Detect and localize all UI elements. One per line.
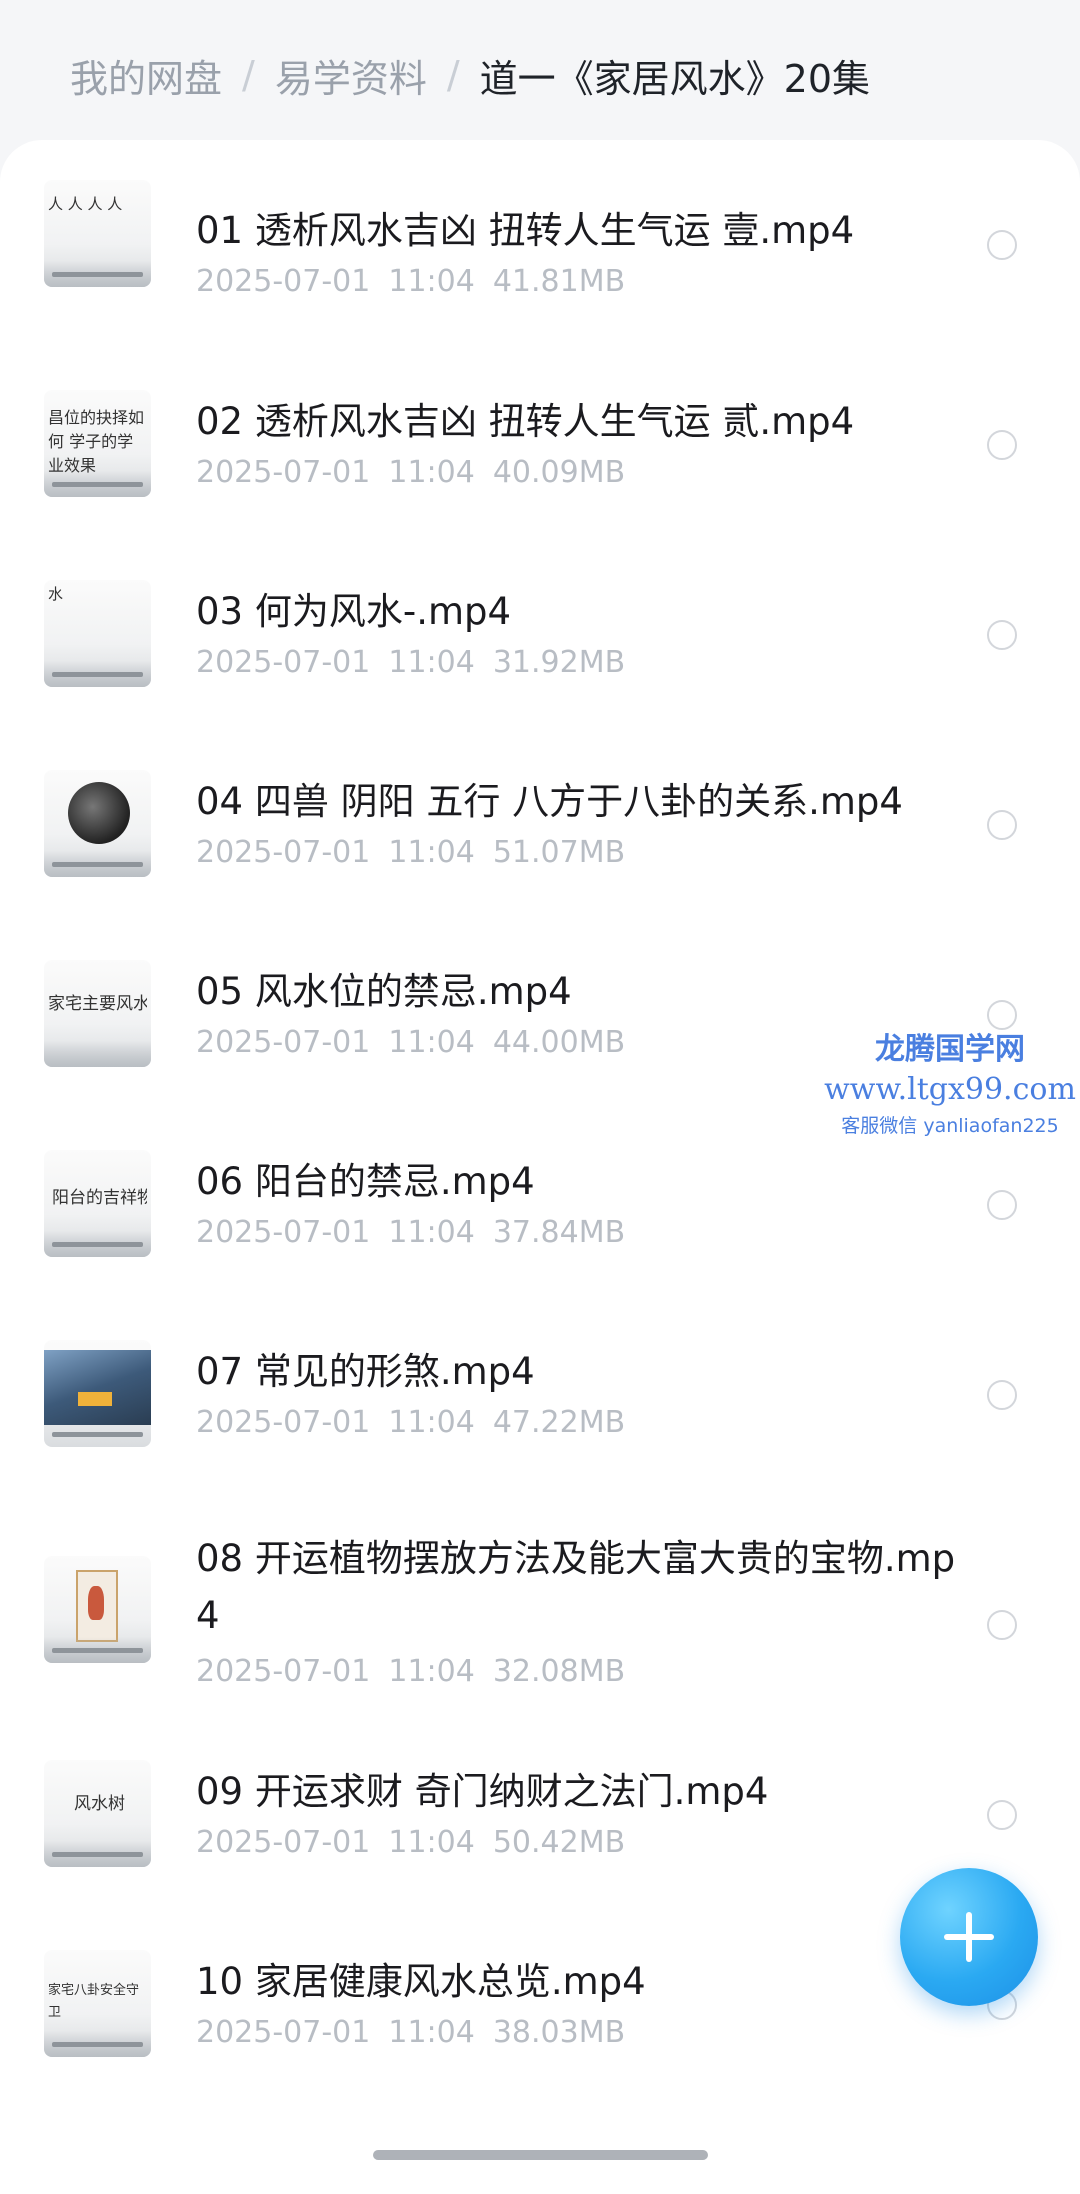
file-name: 03 何为风水-.mp4: [196, 590, 512, 633]
file-thumbnail: [44, 1340, 151, 1447]
file-thumbnail: 昌位的抉择如何 学子的学业效果: [44, 390, 151, 497]
breadcrumb-separator: /: [242, 53, 255, 97]
file-time: 11:04: [388, 1654, 475, 1689]
select-checkbox[interactable]: [987, 1000, 1017, 1030]
file-size: 41.81MB: [492, 264, 626, 299]
file-thumbnail: 家宅主要风水位: [44, 960, 151, 1067]
file-date: 2025-07-01: [196, 264, 371, 299]
select-checkbox[interactable]: [987, 1610, 1017, 1640]
file-thumbnail: 风水树: [44, 1760, 151, 1867]
file-meta: 2025-07-01 11:04 37.84MB: [196, 1213, 625, 1253]
file-row[interactable]: 阳台的吉祥物 06 阳台的禁忌.mp4 2025-07-01 11:04 37.84…: [0, 1150, 1080, 1270]
select-checkbox[interactable]: [987, 430, 1017, 460]
file-date: 2025-07-01: [196, 835, 371, 870]
file-name: 10 家居健康风水总览.mp4: [196, 1960, 646, 2003]
file-meta: 2025-07-01 11:04 47.22MB: [196, 1403, 625, 1443]
file-size: 31.92MB: [492, 645, 626, 680]
file-name: 09 开运求财 奇门纳财之法门.mp4: [196, 1770, 769, 1813]
file-name: 06 阳台的禁忌.mp4: [196, 1160, 535, 1203]
file-date: 2025-07-01: [196, 1215, 371, 1250]
file-thumbnail: 家宅八卦安全守卫: [44, 1950, 151, 2057]
file-time: 11:04: [388, 1825, 475, 1860]
select-checkbox[interactable]: [987, 1800, 1017, 1830]
file-thumbnail: [44, 770, 151, 877]
thumbnail-text: 风水树: [74, 1794, 125, 1814]
breadcrumb-separator: /: [446, 53, 460, 97]
file-meta: 2025-07-01 11:04 44.00MB: [196, 1023, 625, 1063]
file-row[interactable]: 风水树 09 开运求财 奇门纳财之法门.mp4 2025-07-01 11:04 5…: [0, 1760, 1080, 1880]
file-name: 04 四兽 阴阳 五行 八方于八卦的关系.mp4: [196, 780, 903, 823]
watermark: 龙腾国学网 www.ltgx99.com 客服微信 yanliaofan225: [820, 1030, 1080, 1142]
file-size: 37.84MB: [492, 1215, 626, 1250]
home-indicator[interactable]: [373, 2150, 708, 2160]
select-checkbox[interactable]: [987, 810, 1017, 840]
file-name: 08 开运植物摆放方法及能大富大贵的宝物.mp4: [196, 1537, 956, 1637]
file-meta: 2025-07-01 11:04 50.42MB: [196, 1823, 625, 1863]
file-date: 2025-07-01: [196, 1025, 371, 1060]
file-row[interactable]: 07 常见的形煞.mp4 2025-07-01 11:04 47.22MB: [0, 1340, 1080, 1460]
file-size: 50.42MB: [492, 1825, 626, 1860]
file-date: 2025-07-01: [196, 1654, 371, 1689]
file-thumbnail: [44, 1556, 151, 1663]
file-time: 11:04: [388, 1025, 475, 1060]
file-time: 11:04: [388, 1215, 475, 1250]
file-thumbnail: 水: [44, 580, 151, 687]
thumbnail-text: 阳台的吉祥物: [52, 1188, 147, 1208]
file-time: 11:04: [388, 835, 475, 870]
breadcrumb: 我的网盘 / 易学资料 / 道一《家居风水》20集: [70, 40, 870, 110]
file-date: 2025-07-01: [196, 2015, 371, 2050]
watermark-title: 龙腾国学网: [875, 1032, 1025, 1067]
file-size: 51.07MB: [492, 835, 626, 870]
file-date: 2025-07-01: [196, 1825, 371, 1860]
file-row[interactable]: 水 03 何为风水-.mp4 2025-07-01 11:04 31.92MB: [0, 580, 1080, 700]
file-time: 11:04: [388, 645, 475, 680]
file-row[interactable]: 08 开运植物摆放方法及能大富大贵的宝物.mp4 2025-07-01 11:04…: [0, 1530, 1080, 1690]
file-name: 02 透析风水吉凶 扭转人生气运 贰.mp4: [196, 400, 855, 443]
file-row[interactable]: 04 四兽 阴阳 五行 八方于八卦的关系.mp4 2025-07-01 11:04…: [0, 770, 1080, 890]
file-meta: 2025-07-01 11:04 38.03MB: [196, 2013, 625, 2053]
thumbnail-text: 家宅主要风水位: [48, 994, 147, 1014]
thumbnail-text: 昌位的抉择如何 学子的学业效果: [48, 408, 145, 475]
breadcrumb-current: 道一《家居风水》20集: [479, 56, 871, 101]
file-date: 2025-07-01: [196, 1405, 371, 1440]
file-size: 38.03MB: [492, 2015, 626, 2050]
file-date: 2025-07-01: [196, 455, 371, 490]
breadcrumb-folder[interactable]: 易学资料: [275, 48, 427, 103]
thumbnail-text: 人 人 人 人: [48, 195, 123, 213]
building-image: [44, 1350, 151, 1425]
moon-image: [68, 782, 130, 844]
select-checkbox[interactable]: [987, 1380, 1017, 1410]
file-meta: 2025-07-01 11:04 32.08MB: [196, 1652, 625, 1692]
select-checkbox[interactable]: [987, 1190, 1017, 1220]
file-time: 11:04: [388, 455, 475, 490]
add-button[interactable]: [900, 1868, 1038, 2006]
file-time: 11:04: [388, 2015, 475, 2050]
watermark-contact: 客服微信 yanliaofan225: [841, 1115, 1059, 1137]
file-time: 11:04: [388, 264, 475, 299]
file-row[interactable]: 人 人 人 人 01 透析风水吉凶 扭转人生气运 壹.mp4 2025-07-0…: [0, 180, 1080, 300]
select-checkbox[interactable]: [987, 230, 1017, 260]
thumbnail-text: 水: [48, 585, 64, 603]
file-name: 07 常见的形煞.mp4: [196, 1350, 535, 1393]
file-name: 01 透析风水吉凶 扭转人生气运 壹.mp4: [196, 209, 855, 252]
file-size: 47.22MB: [492, 1405, 626, 1440]
file-size: 40.09MB: [492, 455, 626, 490]
file-name: 05 风水位的禁忌.mp4: [196, 970, 572, 1013]
file-meta: 2025-07-01 11:04 51.07MB: [196, 833, 625, 873]
file-row[interactable]: 昌位的抉择如何 学子的学业效果 02 透析风水吉凶 扭转人生气运 贰.mp4 2…: [0, 390, 1080, 510]
file-date: 2025-07-01: [196, 645, 371, 680]
file-thumbnail: 人 人 人 人: [44, 180, 151, 287]
select-checkbox[interactable]: [987, 620, 1017, 650]
painting-image: [76, 1570, 118, 1642]
file-meta: 2025-07-01 11:04 41.81MB: [196, 262, 625, 302]
file-meta: 2025-07-01 11:04 31.92MB: [196, 643, 625, 683]
thumbnail-text: 家宅八卦安全守卫: [48, 1983, 140, 2020]
file-size: 32.08MB: [492, 1654, 626, 1689]
file-size: 44.00MB: [492, 1025, 626, 1060]
file-thumbnail: 阳台的吉祥物: [44, 1150, 151, 1257]
breadcrumb-root[interactable]: 我的网盘: [70, 48, 222, 103]
file-time: 11:04: [388, 1405, 475, 1440]
file-meta: 2025-07-01 11:04 40.09MB: [196, 453, 625, 493]
watermark-url: www.ltgx99.com: [824, 1072, 1076, 1107]
